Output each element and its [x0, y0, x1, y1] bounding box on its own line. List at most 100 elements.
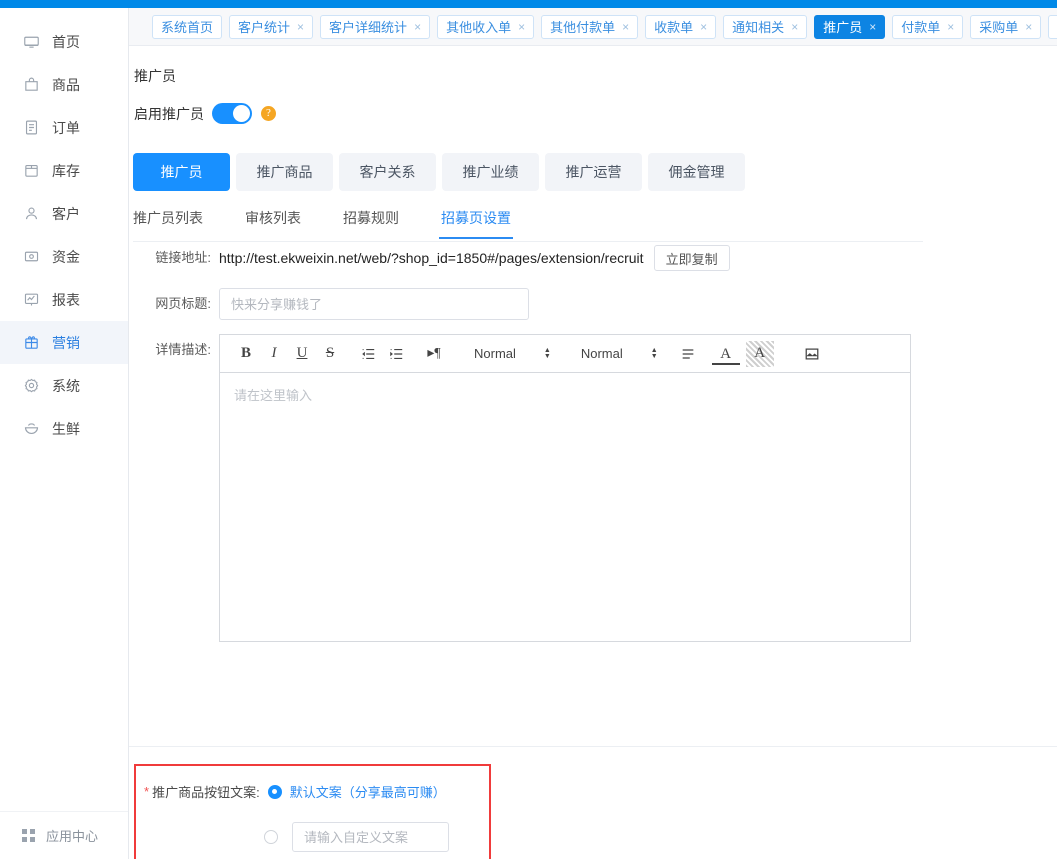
radio-default-text-label: 默认文案（分享最高可赚）	[290, 782, 446, 801]
custom-button-text-input[interactable]	[292, 822, 449, 852]
close-icon[interactable]: ×	[518, 21, 525, 33]
sidebar-item-home[interactable]: 首页	[0, 20, 128, 63]
close-icon[interactable]: ×	[297, 21, 304, 33]
tab-label: 采购单	[979, 17, 1018, 36]
box-icon	[22, 162, 40, 180]
segment-promo-performance[interactable]: 推广业绩	[442, 153, 539, 191]
subtab-recruit-page-settings[interactable]: 招募页设置	[441, 208, 511, 238]
tab-notifications[interactable]: 通知相关 ×	[723, 15, 807, 39]
close-icon[interactable]: ×	[869, 21, 876, 33]
tab-customer-detail-stats[interactable]: 客户详细统计 ×	[320, 15, 430, 39]
gift-icon	[22, 334, 40, 352]
copy-link-button[interactable]: 立即复制	[654, 245, 730, 271]
tab-promoter[interactable]: 推广员 ×	[814, 15, 885, 39]
enable-promoter-label: 启用推广员	[134, 104, 204, 124]
tab-system-home[interactable]: 系统首页	[152, 15, 222, 39]
sidebar-item-label: 报表	[52, 290, 80, 310]
italic-icon[interactable]: I	[260, 341, 288, 367]
link-address-row: 链接地址: http://test.ekweixin.net/web/?shop…	[129, 242, 1057, 274]
tab-label: 其他收入单	[446, 17, 511, 36]
help-icon[interactable]: ?	[261, 106, 276, 121]
image-icon[interactable]	[798, 341, 826, 367]
close-icon[interactable]: ×	[700, 21, 707, 33]
sidebar-item-label: 订单	[52, 118, 80, 138]
align-icon[interactable]	[674, 341, 702, 367]
segment-promoter[interactable]: 推广员	[133, 153, 230, 191]
subtab-recruit-rules[interactable]: 招募规则	[343, 208, 399, 238]
subtab-label: 招募规则	[343, 210, 399, 226]
user-icon	[22, 205, 40, 223]
font-size-chevron-icon[interactable]: ▲▼	[651, 348, 658, 360]
money-icon	[22, 248, 40, 266]
app-center-button[interactable]: 应用中心	[0, 811, 128, 859]
radio-default-text[interactable]	[268, 785, 282, 799]
font-size-select[interactable]: Normal	[579, 346, 625, 361]
promo-button-text-label: 推广商品按钮文案:	[152, 782, 260, 801]
tab-purchase-order[interactable]: 采购单 ×	[970, 15, 1041, 39]
gear-icon	[22, 377, 40, 395]
sidebar-item-customers[interactable]: 客户	[0, 192, 128, 235]
close-icon[interactable]: ×	[1025, 21, 1032, 33]
close-icon[interactable]: ×	[622, 21, 629, 33]
tab-label: 客户统计	[238, 17, 290, 36]
tab-label: 收款单	[654, 17, 693, 36]
promo-button-text-section: * 推广商品按钮文案: 默认文案（分享最高可赚）	[134, 764, 491, 859]
enable-promoter-toggle[interactable]	[212, 103, 252, 124]
segment-label: 客户关系	[360, 162, 416, 182]
tab-overflow[interactable]: 添	[1048, 15, 1057, 39]
indent-icon[interactable]	[382, 341, 410, 367]
tab-label: 客户详细统计	[329, 17, 407, 36]
tab-customer-stats[interactable]: 客户统计 ×	[229, 15, 313, 39]
background-color-icon[interactable]: A	[746, 341, 774, 367]
tab-receipt[interactable]: 收款单 ×	[645, 15, 716, 39]
sidebar-item-reports[interactable]: 报表	[0, 278, 128, 321]
subtab-review-list[interactable]: 审核列表	[245, 208, 301, 238]
segment-promo-operations[interactable]: 推广运营	[545, 153, 642, 191]
required-marker: *	[144, 785, 149, 798]
bold-icon[interactable]: B	[232, 341, 260, 367]
sidebar-item-label: 库存	[52, 161, 80, 181]
sidebar-item-marketing[interactable]: 营销	[0, 321, 128, 364]
tab-payment[interactable]: 付款单 ×	[892, 15, 963, 39]
segment-label: 推广员	[161, 162, 203, 182]
close-icon[interactable]: ×	[791, 21, 798, 33]
subtab-promoter-list[interactable]: 推广员列表	[133, 208, 203, 238]
main-content: 推广员 启用推广员 ? 推广员 推广商品 客户关系 推广业绩 推广运营 佣金管理…	[129, 46, 1057, 859]
subtab-label: 审核列表	[245, 210, 301, 226]
sidebar: 首页 商品 订单	[0, 8, 129, 859]
close-icon[interactable]: ×	[414, 21, 421, 33]
page-title: 推广员	[134, 66, 176, 86]
tab-label: 其他付款单	[550, 17, 615, 36]
underline-icon[interactable]: U	[288, 341, 316, 367]
block-format-select[interactable]: Normal	[472, 346, 518, 361]
description-label: 详情描述:	[129, 334, 219, 366]
sidebar-item-label: 资金	[52, 247, 80, 267]
block-format-chevron-icon[interactable]: ▲▼	[544, 348, 551, 360]
tab-other-income[interactable]: 其他收入单 ×	[437, 15, 534, 39]
strikethrough-icon[interactable]: S	[316, 341, 344, 367]
segment-promo-products[interactable]: 推广商品	[236, 153, 333, 191]
sidebar-item-system[interactable]: 系统	[0, 364, 128, 407]
app-root: 首页 商品 订单	[0, 0, 1057, 859]
tab-label: 付款单	[901, 17, 940, 36]
segment-customer-relations[interactable]: 客户关系	[339, 153, 436, 191]
tab-other-payment[interactable]: 其他付款单 ×	[541, 15, 638, 39]
page-title-input[interactable]	[219, 288, 529, 320]
page-title-row: 网页标题:	[129, 288, 1057, 320]
editor-content-area[interactable]: 请在这里输入	[220, 373, 910, 641]
sidebar-item-inventory[interactable]: 库存	[0, 149, 128, 192]
sidebar-item-fresh[interactable]: 生鲜	[0, 407, 128, 450]
sidebar-item-orders[interactable]: 订单	[0, 106, 128, 149]
text-direction-icon[interactable]: ▸¶	[420, 341, 448, 367]
grid-icon	[22, 829, 36, 843]
font-color-icon[interactable]: A	[712, 346, 740, 365]
outdent-icon[interactable]	[354, 341, 382, 367]
radio-custom-text[interactable]	[264, 830, 278, 844]
sidebar-item-funds[interactable]: 资金	[0, 235, 128, 278]
segment-commission-management[interactable]: 佣金管理	[648, 153, 745, 191]
tab-label: 系统首页	[161, 17, 213, 36]
close-icon[interactable]: ×	[947, 21, 954, 33]
sub-tabs: 推广员列表 审核列表 招募规则 招募页设置	[133, 208, 923, 242]
editor-toolbar: B I U S	[220, 335, 910, 373]
sidebar-item-products[interactable]: 商品	[0, 63, 128, 106]
